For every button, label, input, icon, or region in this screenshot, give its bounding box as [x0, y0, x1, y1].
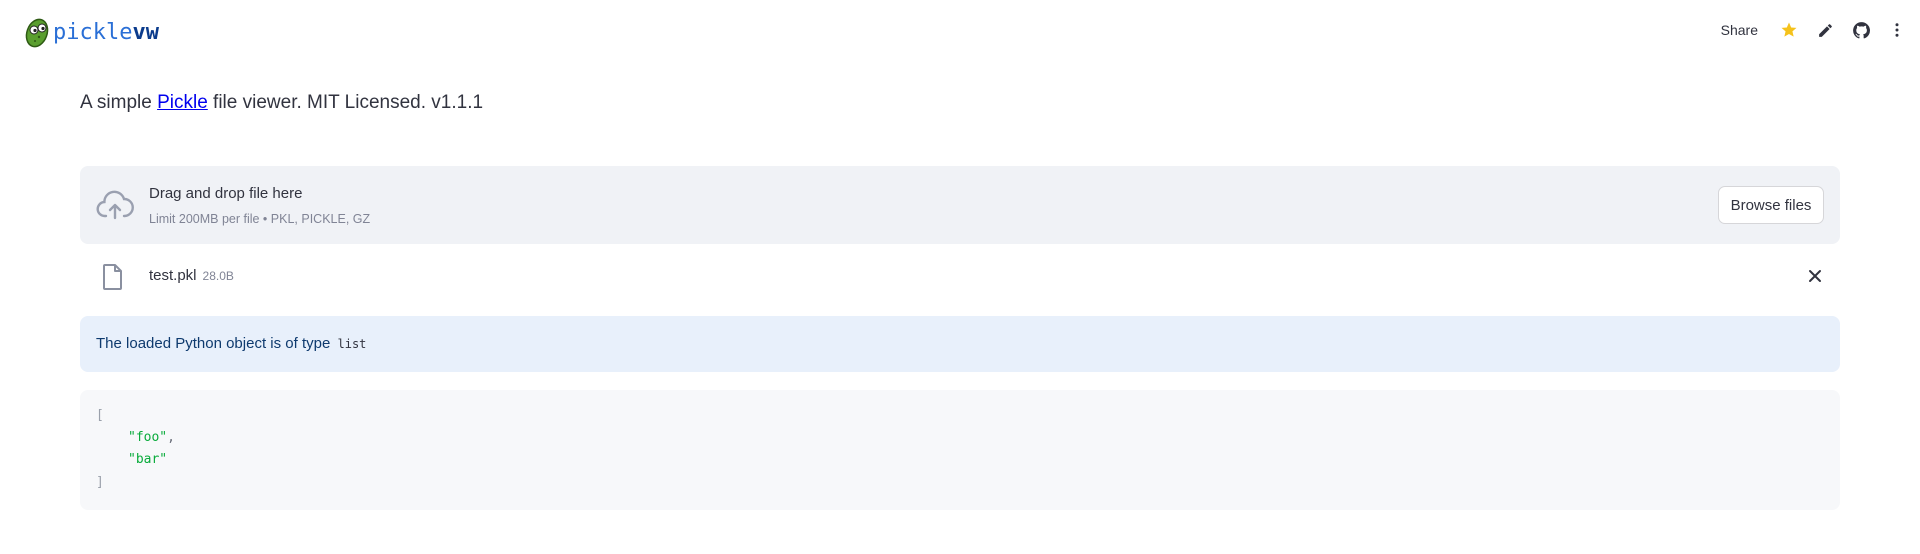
- json-string: "foo": [128, 430, 168, 445]
- info-message-text: The loaded Python object is of type: [96, 335, 331, 352]
- type-code: list: [337, 337, 367, 351]
- file-dropzone[interactable]: Drag and drop file here Limit 200MB per …: [80, 166, 1840, 244]
- star-icon[interactable]: [1778, 19, 1800, 41]
- close-icon[interactable]: [1806, 267, 1824, 285]
- json-item: "foo",: [128, 430, 175, 445]
- top-toolbar: Share: [1721, 17, 1908, 43]
- app-header: picklevw Share: [0, 0, 1920, 60]
- json-item: "bar": [128, 450, 167, 470]
- info-message: The loaded Python object is of type list: [96, 335, 366, 352]
- dropzone-title: Drag and drop file here: [149, 185, 303, 202]
- file-size: 28.0B: [202, 269, 234, 283]
- json-close-bracket: ]: [96, 475, 104, 490]
- app-title: picklevw: [53, 19, 159, 45]
- json-open-bracket: [: [96, 408, 104, 423]
- json-string: "bar": [128, 452, 168, 467]
- pickle-logo-icon: [25, 18, 49, 48]
- uploaded-file-row: test.pkl 28.0B: [80, 258, 1840, 294]
- dropzone-subtitle: Limit 200MB per file • PKL, PICKLE, GZ: [149, 212, 371, 226]
- intro-text: A simple Pickle file viewer. MIT License…: [80, 92, 483, 114]
- pencil-icon[interactable]: [1814, 19, 1836, 41]
- browse-files-button[interactable]: Browse files: [1718, 186, 1824, 224]
- github-icon[interactable]: [1850, 19, 1872, 41]
- info-alert: The loaded Python object is of type list: [80, 316, 1840, 372]
- app-logo[interactable]: picklevw: [22, 14, 159, 50]
- share-button[interactable]: Share: [1721, 22, 1758, 38]
- file-icon: [103, 264, 122, 290]
- intro-prefix: A simple: [80, 92, 158, 113]
- pickle-link[interactable]: Pickle: [157, 92, 208, 113]
- more-vertical-icon[interactable]: [1886, 19, 1908, 41]
- file-name: test.pkl 28.0B: [149, 267, 234, 284]
- json-viewer: [ "foo", "bar" ]: [80, 390, 1840, 510]
- file-name-text: test.pkl: [149, 267, 197, 284]
- intro-suffix: file viewer. MIT Licensed. v1.1.1: [207, 92, 484, 113]
- cloud-upload-icon: [96, 190, 134, 220]
